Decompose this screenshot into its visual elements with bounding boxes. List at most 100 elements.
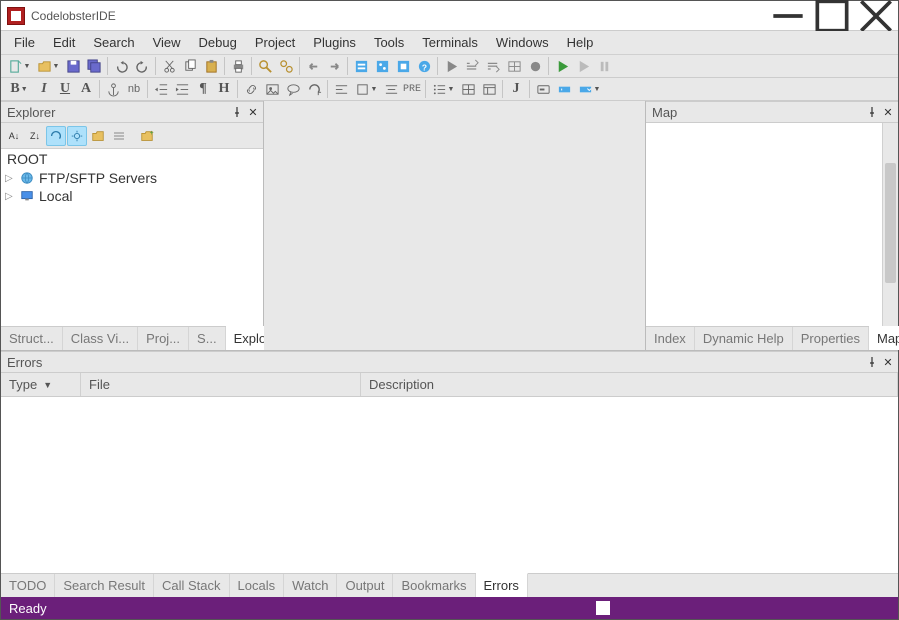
bold-button[interactable]: B▼	[5, 79, 33, 99]
tree-item-ftp[interactable]: ▷ FTP/SFTP Servers	[1, 169, 263, 187]
tab-map[interactable]: Map	[869, 326, 899, 350]
save-button[interactable]	[63, 56, 83, 76]
col-description[interactable]: Description	[361, 373, 898, 396]
scrollbar-thumb[interactable]	[885, 163, 896, 283]
explorer-tree[interactable]: ROOT ▷ FTP/SFTP Servers ▷ Local	[1, 149, 263, 326]
menu-terminals[interactable]: Terminals	[413, 32, 487, 53]
expander-icon[interactable]: ▷	[5, 191, 15, 202]
paragraph-icon[interactable]: ¶	[193, 79, 213, 99]
debug-continue-button[interactable]	[573, 56, 593, 76]
expander-icon[interactable]: ▷	[5, 173, 15, 184]
layout-button[interactable]	[479, 79, 499, 99]
tab-sql[interactable]: S...	[189, 327, 226, 350]
help-button[interactable]: ?	[414, 56, 434, 76]
settings-button[interactable]	[67, 126, 87, 146]
tab-project[interactable]: Proj...	[138, 327, 189, 350]
indent-button[interactable]	[172, 79, 192, 99]
copy-button[interactable]	[180, 56, 200, 76]
cut-button[interactable]	[159, 56, 179, 76]
align-center-button[interactable]	[381, 79, 401, 99]
heading-button[interactable]: H	[214, 79, 234, 99]
tab-class-view[interactable]: Class Vi...	[63, 327, 138, 350]
redo-button[interactable]	[132, 56, 152, 76]
close-panel-icon[interactable]: ✕	[245, 104, 261, 120]
print-button[interactable]	[228, 56, 248, 76]
step-over-button[interactable]	[462, 56, 482, 76]
highlight-button[interactable]	[351, 56, 371, 76]
tab-todo[interactable]: TODO	[1, 574, 55, 597]
tab-errors[interactable]: Errors	[476, 573, 528, 597]
tab-bookmarks[interactable]: Bookmarks	[393, 574, 475, 597]
pin-icon[interactable]	[229, 104, 245, 120]
tab-locals[interactable]: Locals	[230, 574, 285, 597]
menu-windows[interactable]: Windows	[487, 32, 558, 53]
tab-index[interactable]: Index	[646, 327, 695, 350]
tab-search-result[interactable]: Search Result	[55, 574, 154, 597]
menu-debug[interactable]: Debug	[190, 32, 246, 53]
tab-watch[interactable]: Watch	[284, 574, 337, 597]
menu-plugins[interactable]: Plugins	[304, 32, 365, 53]
forward-button[interactable]	[324, 56, 344, 76]
maximize-button[interactable]	[810, 1, 854, 31]
folder-button[interactable]	[88, 126, 108, 146]
menu-search[interactable]: Search	[84, 32, 143, 53]
col-type[interactable]: Type▼	[1, 373, 81, 396]
new-file-button[interactable]: ▼	[5, 56, 33, 76]
tree-item-local[interactable]: ▷ Local	[1, 187, 263, 205]
menu-view[interactable]: View	[144, 32, 190, 53]
nbsp-button[interactable]: nb	[124, 79, 144, 99]
anchor-button[interactable]	[103, 79, 123, 99]
input-button[interactable]	[554, 79, 574, 99]
menu-help[interactable]: Help	[558, 32, 603, 53]
scrollbar[interactable]	[882, 123, 898, 326]
breakpoint-button[interactable]	[525, 56, 545, 76]
close-panel-icon[interactable]: ✕	[880, 104, 896, 120]
pin-icon[interactable]	[864, 104, 880, 120]
menu-project[interactable]: Project	[246, 32, 304, 53]
tab-structure[interactable]: Struct...	[1, 327, 63, 350]
tab-call-stack[interactable]: Call Stack	[154, 574, 230, 597]
step-out-button[interactable]	[504, 56, 524, 76]
tab-output[interactable]: Output	[337, 574, 393, 597]
pin-icon[interactable]	[864, 354, 880, 370]
find-replace-button[interactable]	[276, 56, 296, 76]
refresh-button[interactable]	[46, 126, 66, 146]
sort-za-button[interactable]: Z↓	[25, 126, 45, 146]
save-all-button[interactable]	[84, 56, 104, 76]
debug-pause-button[interactable]	[594, 56, 614, 76]
table-button[interactable]	[458, 79, 478, 99]
close-panel-icon[interactable]: ✕	[880, 354, 896, 370]
close-button[interactable]	[854, 1, 898, 31]
run-button[interactable]	[441, 56, 461, 76]
script-button[interactable]: J	[506, 79, 526, 99]
find-button[interactable]	[255, 56, 275, 76]
undo-button[interactable]	[111, 56, 131, 76]
step-into-button[interactable]	[483, 56, 503, 76]
outdent-button[interactable]	[151, 79, 171, 99]
image-button[interactable]	[262, 79, 282, 99]
collapse-button[interactable]	[109, 126, 129, 146]
tab-dynamic-help[interactable]: Dynamic Help	[695, 327, 793, 350]
menu-file[interactable]: File	[5, 32, 44, 53]
comment-button[interactable]	[283, 79, 303, 99]
back-button[interactable]	[303, 56, 323, 76]
align-left-button[interactable]	[331, 79, 351, 99]
minimize-button[interactable]	[766, 1, 810, 31]
highlight2-button[interactable]	[372, 56, 392, 76]
select-button[interactable]: ▼	[575, 79, 603, 99]
menu-tools[interactable]: Tools	[365, 32, 413, 53]
preformat-button[interactable]: PRE	[402, 79, 422, 99]
menu-edit[interactable]: Edit	[44, 32, 84, 53]
debug-start-button[interactable]	[552, 56, 572, 76]
italic-button[interactable]: I	[34, 79, 54, 99]
new-folder-button[interactable]: +	[137, 126, 157, 146]
paste-button[interactable]	[201, 56, 221, 76]
font-button[interactable]: A	[76, 79, 96, 99]
underline-button[interactable]: U	[55, 79, 75, 99]
tab-properties[interactable]: Properties	[793, 327, 869, 350]
list-button[interactable]: ▼	[429, 79, 457, 99]
form-button[interactable]	[533, 79, 553, 99]
sort-az-button[interactable]: A↓	[4, 126, 24, 146]
highlight3-button[interactable]	[393, 56, 413, 76]
open-button[interactable]: ▼	[34, 56, 62, 76]
